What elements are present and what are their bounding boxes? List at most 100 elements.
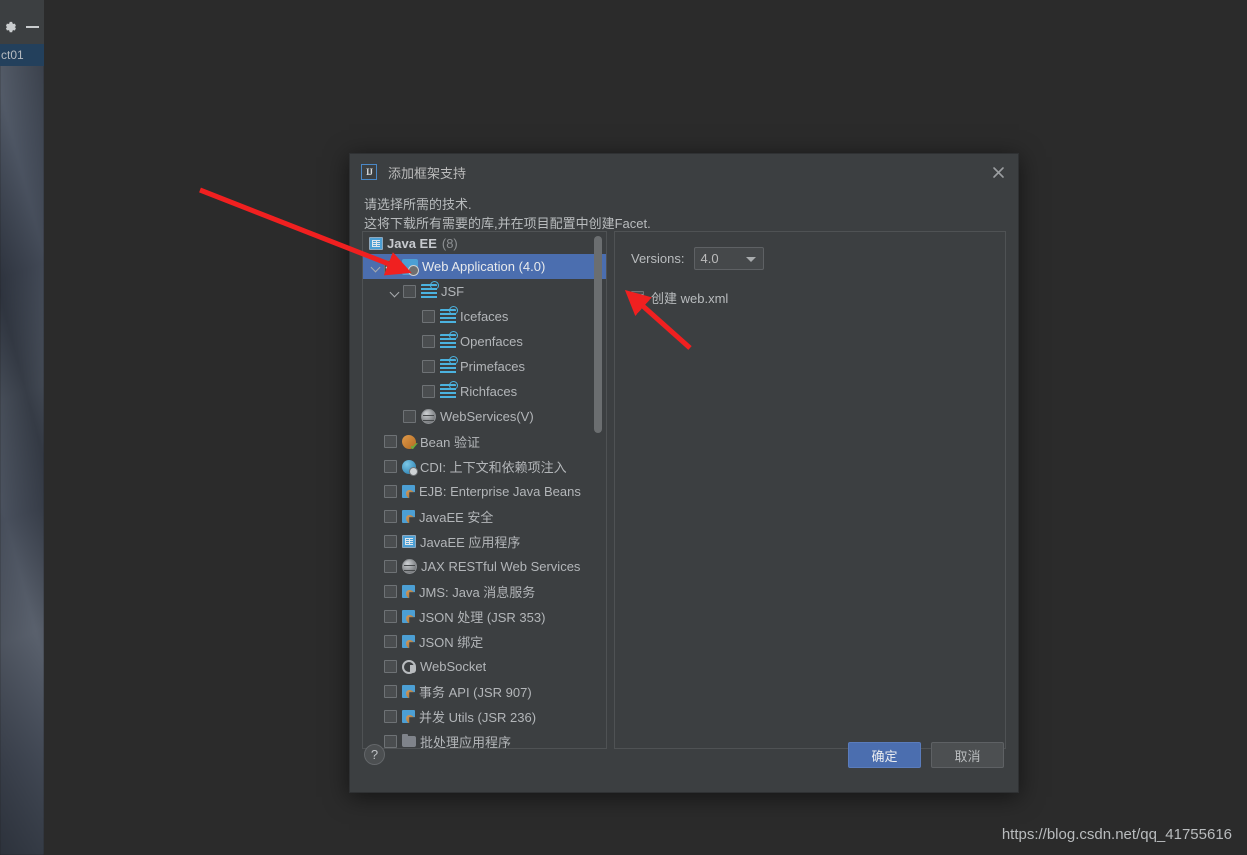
tree-row[interactable]: EJB: Enterprise Java Beans bbox=[363, 479, 606, 504]
tree-row-label: JSF bbox=[441, 284, 465, 299]
twisty-placeholder bbox=[369, 535, 383, 549]
tree-row-checkbox[interactable] bbox=[422, 385, 435, 398]
twisty-placeholder bbox=[369, 560, 383, 574]
ejb-icon bbox=[402, 485, 415, 498]
socket-icon bbox=[402, 659, 416, 674]
gear-icon[interactable] bbox=[3, 20, 18, 35]
tree-row-checkbox[interactable] bbox=[384, 660, 397, 673]
tree-row-label: JAX RESTful Web Services bbox=[421, 559, 581, 574]
twisty-placeholder bbox=[369, 485, 383, 499]
tree-row-label: Bean 验证 bbox=[420, 435, 480, 450]
globe-icon bbox=[402, 559, 417, 574]
tree-scrollbar-thumb[interactable] bbox=[594, 236, 602, 433]
tree-rows-container: Web Application (4.0) JSF Icefaces Openface… bbox=[363, 254, 606, 748]
tree-row[interactable]: Richfaces bbox=[363, 379, 606, 404]
ejb-icon bbox=[402, 635, 415, 648]
twisty-placeholder bbox=[407, 385, 421, 399]
tree-row-checkbox[interactable] bbox=[384, 560, 397, 573]
tree-row[interactable]: Openfaces bbox=[363, 329, 606, 354]
create-webxml-checkbox[interactable] bbox=[631, 291, 644, 304]
tree-scrollbar-track[interactable] bbox=[594, 234, 604, 746]
footer-buttons: 确定 取消 bbox=[848, 742, 1004, 768]
globe-icon bbox=[421, 409, 436, 424]
versions-row: Versions: 4.0 bbox=[631, 246, 989, 270]
tree-row[interactable]: JSON 处理 (JSR 353) bbox=[363, 604, 606, 629]
jsf-icon bbox=[440, 380, 458, 400]
tree-row-checkbox[interactable] bbox=[384, 535, 397, 548]
versions-select[interactable]: 4.0 bbox=[694, 246, 765, 270]
tree-row-label: CDI: 上下文和依赖项注入 bbox=[420, 460, 567, 475]
tree-row-checkbox[interactable] bbox=[403, 285, 416, 298]
tree-row-checkbox[interactable] bbox=[384, 260, 397, 273]
tree-row[interactable]: JMS: Java 消息服务 bbox=[363, 579, 606, 604]
jsf-icon bbox=[421, 280, 439, 300]
tree-row-checkbox[interactable] bbox=[384, 460, 397, 473]
tree-row[interactable]: WebServices(V) bbox=[363, 404, 606, 429]
add-framework-support-dialog: IJ 添加框架支持 请选择所需的技术. 这将下载所有需要的库,并在项目配置中创建… bbox=[349, 153, 1019, 793]
twisty-placeholder bbox=[369, 460, 383, 474]
ejb-icon bbox=[402, 610, 415, 623]
tree-row[interactable]: Primefaces bbox=[363, 354, 606, 379]
tree-row[interactable]: JSON 绑定 bbox=[363, 629, 606, 654]
dialog-body: Java EE (8) Web Application (4.0) JSF Icef… bbox=[362, 231, 1006, 749]
create-webxml-row[interactable]: 创建 web.xml bbox=[631, 288, 989, 307]
tree-row[interactable]: Bean 验证 bbox=[363, 429, 606, 454]
framework-tree[interactable]: Java EE (8) Web Application (4.0) JSF Icef… bbox=[363, 232, 606, 748]
twisty-placeholder bbox=[369, 635, 383, 649]
tree-group-label: Java EE bbox=[387, 235, 437, 251]
ejb-icon bbox=[402, 585, 415, 598]
create-webxml-label: 创建 web.xml bbox=[651, 291, 729, 306]
tree-row-checkbox[interactable] bbox=[384, 585, 397, 598]
tree-row-checkbox[interactable] bbox=[422, 335, 435, 348]
tree-row-checkbox[interactable] bbox=[384, 485, 397, 498]
tree-row-checkbox[interactable] bbox=[422, 360, 435, 373]
jsf-icon bbox=[440, 355, 458, 375]
tree-row[interactable]: JavaEE 应用程序 bbox=[363, 529, 606, 554]
tree-group-count: (8) bbox=[441, 235, 458, 251]
cancel-button[interactable]: 取消 bbox=[931, 742, 1004, 768]
tree-row-checkbox[interactable] bbox=[384, 610, 397, 623]
tree-row-checkbox[interactable] bbox=[384, 685, 397, 698]
tree-row-checkbox[interactable] bbox=[384, 435, 397, 448]
dialog-description-line-1: 请选择所需的技术. bbox=[364, 197, 472, 212]
twisty-placeholder bbox=[407, 310, 421, 324]
cdi-icon bbox=[402, 459, 418, 476]
tree-row-checkbox[interactable] bbox=[384, 510, 397, 523]
tree-row[interactable]: 事务 API (JSR 907) bbox=[363, 679, 606, 704]
tree-row[interactable]: Web Application (4.0) bbox=[363, 254, 606, 279]
tree-row[interactable]: 并发 Utils (JSR 236) bbox=[363, 704, 606, 729]
tree-row[interactable]: JAX RESTful Web Services bbox=[363, 554, 606, 579]
jsf-icon bbox=[440, 305, 458, 325]
ok-button[interactable]: 确定 bbox=[848, 742, 921, 768]
twisty-placeholder bbox=[369, 435, 383, 449]
chevron-down-icon[interactable] bbox=[388, 285, 402, 299]
ide-project-tab[interactable]: ct01 bbox=[0, 44, 44, 66]
tree-row-label: EJB: Enterprise Java Beans bbox=[419, 484, 581, 499]
tree-row-label: 事务 API (JSR 907) bbox=[419, 685, 532, 700]
tree-row-checkbox[interactable] bbox=[403, 410, 416, 423]
tree-row-checkbox[interactable] bbox=[384, 710, 397, 723]
jsf-icon bbox=[440, 330, 458, 350]
minimize-icon[interactable] bbox=[26, 26, 39, 28]
framework-settings-panel: Versions: 4.0 创建 web.xml bbox=[614, 231, 1006, 749]
tree-row-label: Primefaces bbox=[460, 359, 526, 374]
tree-row[interactable]: JSF bbox=[363, 279, 606, 304]
tree-row-label: JMS: Java 消息服务 bbox=[419, 585, 536, 600]
tree-row[interactable]: JavaEE 安全 bbox=[363, 504, 606, 529]
tree-row[interactable]: CDI: 上下文和依赖项注入 bbox=[363, 454, 606, 479]
chevron-down-icon[interactable] bbox=[369, 260, 383, 274]
twisty-placeholder bbox=[369, 660, 383, 674]
tree-row-checkbox[interactable] bbox=[422, 310, 435, 323]
help-button[interactable]: ? bbox=[364, 744, 385, 765]
tree-row[interactable]: Icefaces bbox=[363, 304, 606, 329]
tree-row-label: WebSocket bbox=[420, 659, 487, 674]
twisty-placeholder bbox=[369, 585, 383, 599]
close-icon[interactable] bbox=[988, 162, 1008, 182]
twisty-placeholder bbox=[369, 685, 383, 699]
ejb-icon bbox=[402, 710, 415, 723]
ide-titlebar bbox=[0, 14, 44, 40]
tree-row-label: WebServices(V) bbox=[440, 409, 534, 424]
tree-row[interactable]: WebSocket bbox=[363, 654, 606, 679]
tree-row-label: JavaEE 安全 bbox=[419, 510, 494, 525]
tree-row-checkbox[interactable] bbox=[384, 635, 397, 648]
